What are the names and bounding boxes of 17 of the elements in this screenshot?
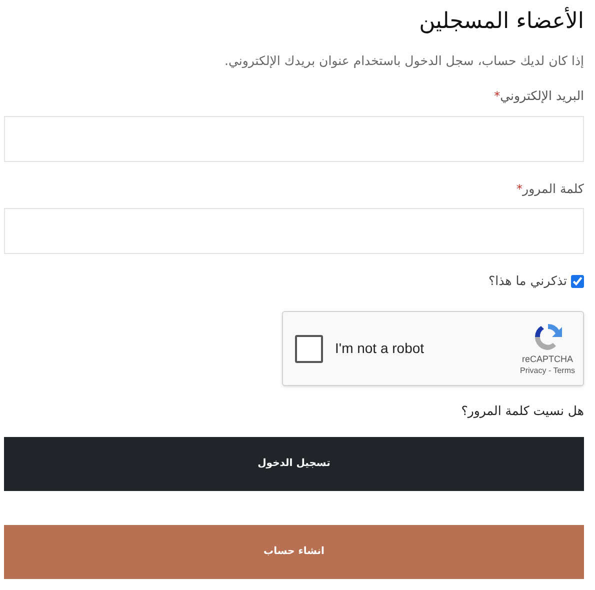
field-label: كلمة المرور	[522, 180, 584, 198]
login-button[interactable]: تسجيل الدخول	[4, 436, 584, 491]
required-mark: *	[494, 88, 500, 105]
required-mark: *	[516, 180, 523, 196]
input-field[interactable]	[4, 116, 584, 162]
captcha-links[interactable]: Privacy - Terms	[520, 365, 575, 376]
remember-label: تذكرني ما هذا؟	[488, 272, 567, 290]
register-button[interactable]: انشاء حساب	[4, 524, 584, 579]
captcha-brand: reCAPTCHA	[522, 353, 574, 365]
page-title: الأعضاء المسجلين	[419, 8, 584, 36]
captcha-label: I'm not a robot	[335, 339, 424, 358]
forgot-password-link[interactable]: هل نسيت كلمة المرور؟	[461, 402, 584, 421]
captcha-checkbox[interactable]	[295, 334, 323, 362]
field-label: البريد الإلكتروني	[500, 86, 584, 105]
intro-text: إذا كان لديك حساب، سجل الدخول باستخدام عنوان بريدك الإلكتروني.	[224, 52, 584, 70]
remember-checkbox[interactable]	[571, 275, 584, 288]
input-field[interactable]	[4, 208, 584, 254]
